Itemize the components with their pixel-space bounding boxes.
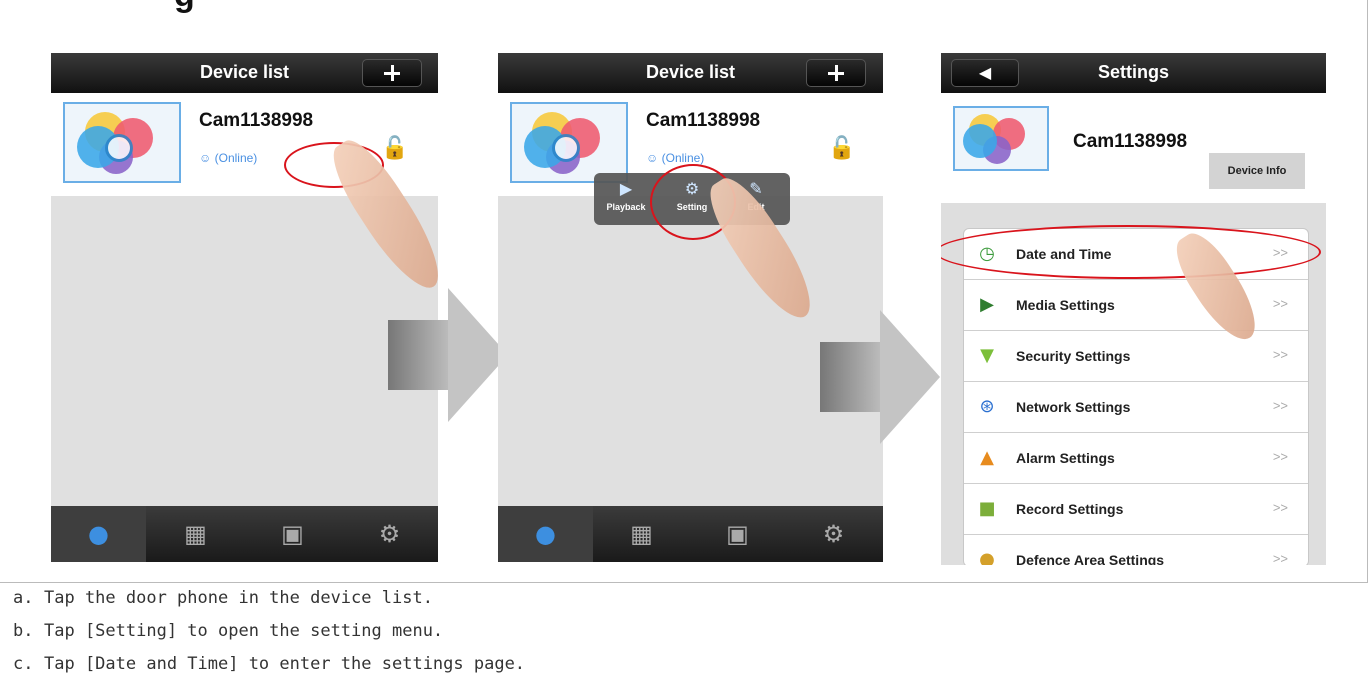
device-status: ☺ (Online) [199,151,257,165]
top-bar: ◀ Settings [941,53,1326,93]
tab-grid[interactable]: ▦ [594,506,689,562]
media-icon: ▶ [980,294,994,315]
tab-tools[interactable]: ▣ [690,506,785,562]
grid-icon: ▦ [630,520,653,548]
device-name: Cam1138998 [646,110,761,131]
device-thumbnail [953,106,1049,171]
top-bar: Device list [51,53,438,93]
user-icon: ☺ [199,151,212,165]
device-status: ☺ (Online) [646,151,704,165]
phone-panel-settings: ◀ Settings Cam1138998 Device Info ◷ Date … [941,53,1326,565]
highlight-ellipse [941,225,1321,279]
gear-icon: ⚙ [822,520,845,548]
tab-bar: ● ▦ ▣ ⚙ [51,506,438,562]
person-icon: ● [535,520,556,548]
menu-item-network[interactable]: ⊛ Network Settings >> [964,382,1308,433]
status-text: (Online) [214,151,258,165]
device-thumbnail[interactable] [510,102,628,183]
play-icon: ▶ [619,179,633,198]
phone-panel-device-menu: Device list Cam1138998 ☺ (Online) 🔓 ▶ Pla… [498,53,883,562]
device-name: Cam1138998 [1073,131,1188,152]
tab-bar: ● ▦ ▣ ⚙ [498,506,883,562]
figure-frame: g Device list Cam1138998 ☺ (Online) 🔓 ● … [0,0,1368,583]
tab-settings[interactable]: ⚙ [342,506,437,562]
unlock-icon[interactable]: 🔓 [828,136,855,161]
user-icon: ☺ [646,151,659,165]
menu-item-record[interactable]: ■ Record Settings >> [964,484,1308,535]
toolbox-icon: ▣ [281,520,304,548]
tab-settings[interactable]: ⚙ [786,506,881,562]
device-thumbnail[interactable] [63,102,181,183]
title-fragment: g [174,0,195,15]
menu-item-defence-area[interactable]: ● Defence Area Settings >> [964,535,1308,565]
phone-panel-device-list: Device list Cam1138998 ☺ (Online) 🔓 ● ▦ … [51,53,438,562]
step-arrow-1 [388,288,508,422]
add-device-button[interactable] [362,59,422,87]
add-device-button[interactable] [806,59,866,87]
bell-icon: ▲ [980,447,994,468]
shield-icon: ▼ [980,345,994,366]
menu-item-media[interactable]: ▶ Media Settings >> [964,280,1308,331]
header-title: Settings [1097,62,1169,82]
camera-icon: ■ [978,498,996,519]
device-name: Cam1138998 [199,110,314,131]
top-bar: Device list [498,53,883,93]
tab-devices[interactable]: ● [498,506,593,562]
step-arrow-2 [820,310,940,444]
lock-icon: ● [979,549,995,565]
tab-grid[interactable]: ▦ [148,506,243,562]
device-info-button[interactable]: Device Info [1209,153,1305,189]
toolbox-icon: ▣ [726,520,749,548]
gear-icon: ⚙ [378,520,401,548]
tab-tools[interactable]: ▣ [245,506,340,562]
antenna-icon: ⊛ [979,396,995,417]
tab-devices[interactable]: ● [51,506,146,562]
menu-item-security[interactable]: ▼ Security Settings >> [964,331,1308,382]
unlock-icon[interactable]: 🔓 [381,136,408,161]
person-icon: ● [88,520,109,548]
menu-item-alarm[interactable]: ▲ Alarm Settings >> [964,433,1308,484]
grid-icon: ▦ [184,520,207,548]
playback-button[interactable]: ▶ Playback [596,179,656,212]
status-text: (Online) [661,151,705,165]
